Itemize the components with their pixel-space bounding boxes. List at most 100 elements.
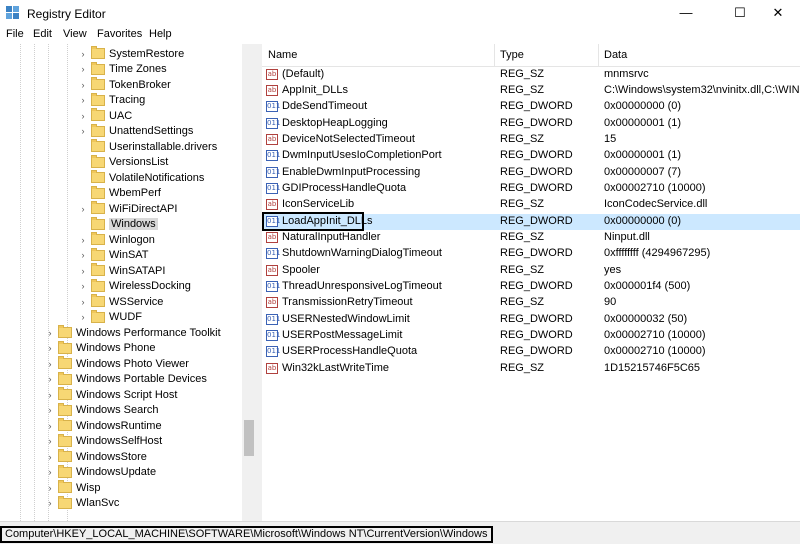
tree-node-label: Windows Performance Toolkit [76,326,221,339]
tree-node[interactable]: › WiFiDirectAPI [78,201,177,216]
table-row[interactable]: ab IconServiceLib REG_SZ IconCodecService.d… [262,197,800,213]
tree-node[interactable]: › TokenBroker [78,77,171,92]
expand-chevron-icon[interactable]: › [45,420,55,432]
tree-node[interactable]: › Time Zones [78,61,167,77]
folder-icon [91,139,105,152]
menu-view[interactable]: View [63,28,87,40]
tree-node[interactable]: › WindowsUpdate [45,464,156,480]
folder-icon [91,309,105,323]
tree-node[interactable]: › WSService [78,294,163,309]
expand-chevron-icon[interactable]: › [78,280,88,292]
table-row[interactable]: 011 GDIProcessHandleQuota REG_DWORD 0x00002… [262,181,800,197]
registry-values-list[interactable]: Name Type Data ab (Default) REG_SZ mnmsrvc a… [262,44,800,521]
tree-node[interactable]: › WUDF [78,309,142,325]
table-row[interactable]: ab Spooler REG_SZ yes [262,263,800,279]
expand-chevron-icon[interactable]: › [78,48,88,60]
expand-chevron-icon[interactable]: › [78,125,88,137]
table-row[interactable]: ab NaturalInputHandler REG_SZ Ninput.dll [262,230,800,246]
column-header-name[interactable]: Name [268,49,297,61]
tree-scrollbar-thumb[interactable] [244,420,254,456]
minimize-button[interactable]: — [663,0,709,26]
expand-chevron-icon[interactable]: › [45,358,55,370]
tree-node[interactable]: › Windows Script Host [45,387,177,402]
tree-node[interactable]: › Tracing [78,92,145,108]
expand-chevron-icon[interactable]: › [78,249,88,261]
expand-chevron-icon[interactable]: › [78,311,88,323]
expand-chevron-icon[interactable]: › [45,451,55,463]
value-name: GDIProcessHandleQuota [282,181,407,194]
folder-icon [58,371,72,385]
menu-edit[interactable]: Edit [33,28,52,40]
tree-node[interactable]: › Windows Photo Viewer [45,356,189,371]
table-row[interactable]: 011 ThreadUnresponsiveLogTimeout REG_DWORD… [262,279,800,295]
expand-chevron-icon[interactable]: › [45,327,55,339]
table-row[interactable]: 011 EnableDwmInputProcessing REG_DWORD 0x00… [262,165,800,181]
column-divider[interactable] [494,44,495,66]
table-row[interactable]: 011 USERPostMessageLimit REG_DWORD 0x000027… [262,328,800,344]
table-row[interactable]: 011 DwmInputUsesIoCompletionPort REG_DWORD… [262,148,800,164]
string-value-icon: ab [266,68,278,80]
column-header-data[interactable]: Data [604,49,627,61]
table-row[interactable]: ab TransmissionRetryTimeout REG_SZ 90 [262,295,800,311]
tree-node[interactable]: › Windows Phone [45,340,156,356]
tree-node[interactable]: Userinstallable.drivers [78,139,217,154]
tree-node[interactable]: › WindowsSelfHost [45,433,162,449]
tree-node[interactable]: › UnattendSettings [78,123,193,139]
close-button[interactable]: ✕ [755,0,800,26]
expand-chevron-icon[interactable]: › [45,373,55,385]
expand-chevron-icon[interactable]: › [78,110,88,122]
menu-help[interactable]: Help [149,28,172,40]
tree-node[interactable]: › WirelessDocking [78,278,191,294]
tree-node[interactable]: › Wisp [45,480,100,495]
tree-node[interactable]: › WinSAT [78,247,149,263]
tree-node[interactable]: › WinSATAPI [78,263,165,278]
value-type: REG_DWORD [500,345,573,358]
tree-node[interactable]: › Windows Portable Devices [45,371,207,387]
tree-node[interactable]: › Windows Performance Toolkit [45,325,221,340]
tree-node[interactable]: WbemPerf [78,185,161,201]
tree-scrollbar[interactable] [242,44,256,521]
column-divider[interactable] [598,44,599,66]
tree-node[interactable]: › SystemRestore [78,46,184,61]
string-value-icon: ab [266,264,278,276]
expand-chevron-icon [78,156,88,168]
menu-file[interactable]: File [6,28,24,40]
expand-chevron-icon[interactable]: › [45,497,55,509]
tree-node[interactable]: › Winlogon [78,232,155,247]
tree-node[interactable]: VolatileNotifications [78,170,204,185]
tree-node[interactable]: › UAC [78,108,132,123]
expand-chevron-icon[interactable]: › [78,94,88,106]
expand-chevron-icon[interactable]: › [78,63,88,75]
expand-chevron-icon[interactable]: › [78,234,88,246]
expand-chevron-icon[interactable]: › [78,296,88,308]
selected-value-highlight-box [262,212,364,231]
tree-node[interactable]: › WindowsRuntime [45,418,162,433]
table-row[interactable]: ab AppInit_DLLs REG_SZ C:\Windows\system32\… [262,83,800,99]
table-row[interactable]: 011 ShutdownWarningDialogTimeout REG_DWORD… [262,246,800,262]
expand-chevron-icon[interactable]: › [45,482,55,494]
expand-chevron-icon[interactable]: › [78,203,88,215]
table-row[interactable]: ab DeviceNotSelectedTimeout REG_SZ 15 [262,132,800,148]
tree-node[interactable]: › Windows Search [45,402,159,418]
table-row[interactable]: 011 DesktopHeapLogging REG_DWORD 0x00000001… [262,116,800,132]
tree-node[interactable]: › WindowsStore [45,449,147,464]
tree-node[interactable]: Windows [78,216,158,232]
expand-chevron-icon[interactable]: › [45,342,55,354]
column-header-type[interactable]: Type [500,49,524,61]
expand-chevron-icon[interactable]: › [45,435,55,447]
value-type: REG_SZ [500,132,545,145]
expand-chevron-icon[interactable]: › [45,389,55,401]
expand-chevron-icon[interactable]: › [78,79,88,91]
table-row[interactable]: ab (Default) REG_SZ mnmsrvc [262,67,800,83]
table-row[interactable]: ab Win32kLastWriteTime REG_SZ 1D15215746F5C… [262,361,800,377]
tree-node[interactable]: › WlanSvc [45,495,119,511]
expand-chevron-icon[interactable]: › [45,404,55,416]
menu-favorites[interactable]: Favorites [97,28,142,40]
tree-node[interactable]: VersionsList [78,154,168,170]
registry-key-tree[interactable]: › SystemRestore › Time Zones › TokenBroker › Tr… [0,44,256,521]
table-row[interactable]: 011 USERNestedWindowLimit REG_DWORD 0x00000… [262,312,800,328]
table-row[interactable]: 011 USERProcessHandleQuota REG_DWORD 0x0000… [262,344,800,360]
expand-chevron-icon[interactable]: › [45,466,55,478]
expand-chevron-icon[interactable]: › [78,265,88,277]
table-row[interactable]: 011 DdeSendTimeout REG_DWORD 0x00000000 (0) [262,99,800,115]
